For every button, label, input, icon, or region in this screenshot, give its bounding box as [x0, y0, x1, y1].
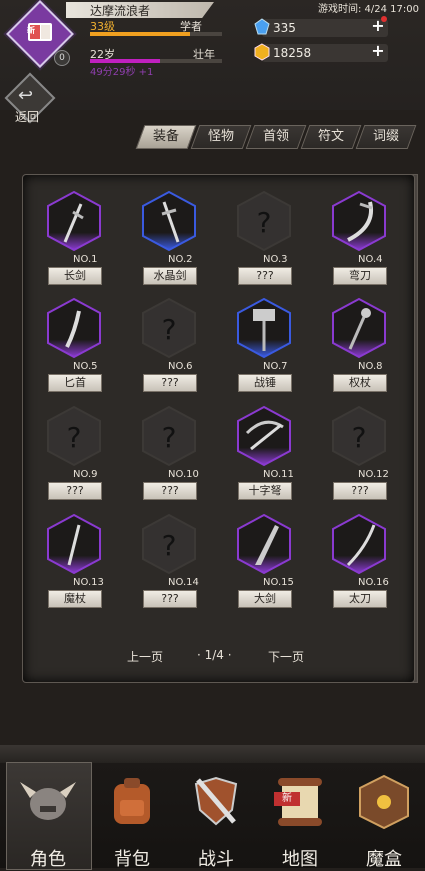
- item-slot-9[interactable]: ?: [45, 405, 103, 467]
- item-slot-7[interactable]: [235, 297, 293, 359]
- backpack-icon: [100, 770, 164, 834]
- item-label: 魔杖: [48, 590, 102, 608]
- nav-label: 魔盒: [366, 849, 402, 870]
- item-number: NO.4: [358, 254, 383, 265]
- prev-page-button[interactable]: 上一页: [127, 648, 163, 665]
- item-number: NO.1: [73, 254, 98, 265]
- add-gold-button[interactable]: +: [371, 43, 385, 59]
- item-number: NO.10: [168, 469, 199, 480]
- item-label: ???: [238, 267, 292, 285]
- tab-runes[interactable]: 符文: [300, 125, 362, 149]
- player-name: 达摩流浪者: [90, 4, 151, 18]
- item-label: 十字弩: [238, 482, 292, 500]
- add-gem-button[interactable]: +: [371, 18, 385, 34]
- magic-box-icon: [352, 770, 416, 834]
- exp-bar-fill: [90, 32, 190, 36]
- item-slot-14[interactable]: ?: [140, 513, 198, 575]
- tab-bosses[interactable]: 首领: [245, 125, 307, 149]
- bottom-nav-rail: [0, 745, 425, 763]
- nav-item-4[interactable]: 魔盒: [344, 770, 424, 870]
- new-badge: 新: [274, 792, 300, 806]
- item-slot-15[interactable]: [235, 513, 293, 575]
- page-indicator: · 1/4 ·: [197, 648, 232, 662]
- avatar-count-badge: 0: [54, 50, 70, 66]
- nav-item-0[interactable]: 角色: [8, 770, 88, 870]
- item-slot-1[interactable]: [45, 190, 103, 252]
- item-number: NO.2: [168, 254, 193, 265]
- item-label: ???: [143, 374, 197, 392]
- item-slot-11[interactable]: [235, 405, 293, 467]
- item-slot-5[interactable]: [45, 297, 103, 359]
- gem-icon: [253, 18, 270, 35]
- item-slot-12[interactable]: ?: [330, 405, 388, 467]
- sword-shield-icon: [184, 770, 248, 834]
- gem-count: 335: [273, 21, 296, 35]
- back-arrow-icon: ↩: [18, 85, 34, 106]
- item-number: NO.16: [358, 577, 389, 588]
- item-number: NO.11: [263, 469, 294, 480]
- svg-text:?: ?: [67, 421, 82, 454]
- gold-count: 18258: [273, 46, 312, 60]
- item-number: NO.14: [168, 577, 199, 588]
- item-number: NO.12: [358, 469, 389, 480]
- item-label: 战锤: [238, 374, 292, 392]
- item-slot-2[interactable]: [140, 190, 198, 252]
- item-label: 太刀: [333, 590, 387, 608]
- item-slot-8[interactable]: [330, 297, 388, 359]
- tab-monsters[interactable]: 怪物: [190, 125, 252, 149]
- item-label: 长剑: [48, 267, 102, 285]
- item-slot-16[interactable]: [330, 513, 388, 575]
- svg-text:?: ?: [162, 313, 177, 346]
- item-slot-13[interactable]: [45, 513, 103, 575]
- item-number: NO.9: [73, 469, 98, 480]
- nav-label: 战斗: [198, 849, 234, 870]
- item-label: ???: [143, 482, 197, 500]
- svg-text:?: ?: [162, 529, 177, 562]
- item-number: NO.13: [73, 577, 104, 588]
- nav-label: 角色: [30, 849, 66, 870]
- tab-equipment[interactable]: 装备: [135, 125, 197, 149]
- next-page-button[interactable]: 下一页: [268, 648, 304, 665]
- tab-affixes[interactable]: 词缀: [355, 125, 417, 149]
- item-slot-10[interactable]: ?: [140, 405, 198, 467]
- item-label: 匕首: [48, 374, 102, 392]
- nav-item-1[interactable]: 背包: [92, 770, 172, 870]
- item-number: NO.3: [263, 254, 288, 265]
- item-label: 大剑: [238, 590, 292, 608]
- svg-text:?: ?: [162, 421, 177, 454]
- item-label: ???: [143, 590, 197, 608]
- item-label: ???: [48, 482, 102, 500]
- item-number: NO.8: [358, 361, 383, 372]
- helmet-icon: [16, 770, 80, 834]
- nav-label: 背包: [114, 849, 150, 870]
- svg-text:?: ?: [352, 421, 367, 454]
- notification-dot: [381, 16, 387, 22]
- item-label: 水晶剑: [143, 267, 197, 285]
- game-time: 游戏时间: 4/24 17:00: [318, 4, 420, 15]
- item-number: NO.5: [73, 361, 98, 372]
- time-left: 49分29秒 +1: [90, 67, 154, 78]
- gold-icon: [253, 43, 270, 61]
- nav-item-3[interactable]: 地图 新: [260, 770, 340, 870]
- item-label: 弯刀: [333, 267, 387, 285]
- item-label: 权杖: [333, 374, 387, 392]
- avatar-new-badge: 新: [27, 26, 35, 35]
- nav-label: 地图: [282, 849, 318, 870]
- item-number: NO.7: [263, 361, 288, 372]
- svg-text:?: ?: [257, 206, 272, 239]
- item-slot-4[interactable]: [330, 190, 388, 252]
- item-number: NO.6: [168, 361, 193, 372]
- item-label: ???: [333, 482, 387, 500]
- item-number: NO.15: [263, 577, 294, 588]
- nav-item-2[interactable]: 战斗: [176, 770, 256, 870]
- item-slot-3[interactable]: ?: [235, 190, 293, 252]
- back-label: 返回: [15, 110, 40, 124]
- item-slot-6[interactable]: ?: [140, 297, 198, 359]
